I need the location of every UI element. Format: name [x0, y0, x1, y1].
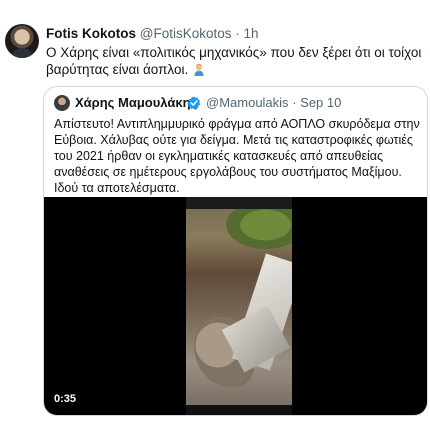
tweet-text-content: Ο Χάρης είναι «πολιτικός μηχανικός» που …: [46, 45, 422, 77]
quoted-separator: ·: [292, 95, 297, 110]
video-player[interactable]: 0:35: [44, 197, 427, 415]
quoted-date[interactable]: Sep 10: [300, 95, 341, 110]
quoted-tweet-text: Απίστευτο! Αντιπλημμυρικό φράγμα από ΑΟΠ…: [54, 117, 420, 195]
video-duration: 0:35: [54, 393, 77, 405]
author-name[interactable]: Fotis Kokotos: [46, 26, 136, 41]
phone-nav-bar: [186, 405, 292, 415]
tweet[interactable]: Fotis Kokotos @FotisKokotos · 1h Ο Χάρης…: [0, 0, 430, 430]
person-facepalming-icon: [194, 63, 204, 76]
verified-badge-icon: [187, 96, 201, 110]
quoted-author-name[interactable]: Χάρης Μαμουλάκης: [75, 95, 197, 111]
video-thumbnail[interactable]: [186, 197, 292, 415]
tweet-header: Fotis Kokotos @FotisKokotos · 1h: [46, 26, 259, 42]
author-avatar[interactable]: [5, 24, 39, 58]
author-handle[interactable]: @FotisKokotos: [140, 26, 232, 41]
vegetation: [226, 209, 292, 249]
quoted-meta: @Mamoulakis · Sep 10: [206, 95, 341, 111]
header-separator: ·: [235, 26, 240, 41]
quoted-author-avatar[interactable]: [54, 95, 70, 111]
tweet-time[interactable]: 1h: [244, 26, 259, 41]
quoted-author-handle[interactable]: @Mamoulakis: [206, 95, 289, 110]
quoted-tweet[interactable]: Χάρης Μαμουλάκης @Mamoulakis · Sep 10 Απ…: [43, 86, 428, 416]
tweet-text: Ο Χάρης είναι «πολιτικός μηχανικός» που …: [46, 44, 426, 78]
phone-status-bar: [186, 197, 292, 209]
